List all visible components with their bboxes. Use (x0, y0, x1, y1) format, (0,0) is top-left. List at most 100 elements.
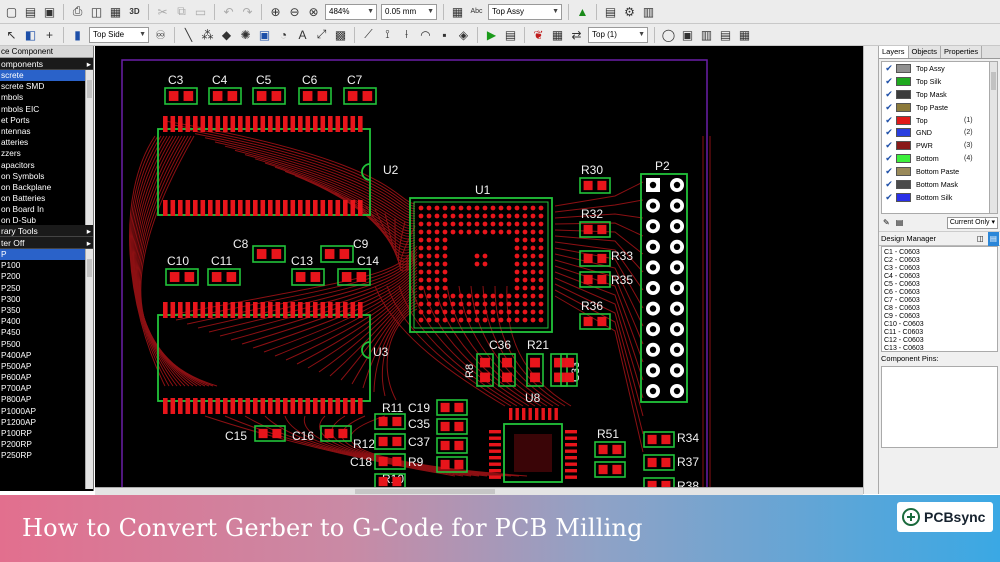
layer-pair-select[interactable]: Top (1) ▼ (588, 26, 648, 43)
layer-setup-icon[interactable]: ▤ (601, 3, 620, 21)
side-icon[interactable]: ▮ (68, 26, 87, 44)
component-list-scrollbar[interactable] (85, 70, 93, 225)
zoom-out-icon[interactable]: ⊖ (285, 3, 304, 21)
list-item[interactable]: P600AP (0, 372, 93, 383)
list-item[interactable]: P450 (0, 327, 93, 338)
layer-color-swatch[interactable] (896, 63, 911, 73)
layer-row[interactable]: ✔ Top Assy (882, 62, 997, 75)
copper-pour-icon[interactable]: ▩ (331, 26, 350, 44)
visible-check-icon[interactable]: ✔ (882, 179, 896, 190)
visible-check-icon[interactable]: ✔ (882, 115, 896, 126)
run-drc-icon[interactable]: ▶ (482, 26, 501, 44)
scroll-thumb[interactable] (87, 80, 92, 98)
cross-probe-icon[interactable]: + (40, 26, 59, 44)
assy-layer-select[interactable]: Top Assy ▼ (488, 3, 562, 20)
layer-row[interactable]: ✔ Top Paste (882, 101, 997, 114)
list-item[interactable]: P800AP (0, 394, 93, 405)
list-item[interactable]: C3 - C0603 (884, 265, 995, 273)
library-icon[interactable]: ▥ (639, 3, 658, 21)
layer-row[interactable]: ✔ Bottom (4) (882, 152, 997, 165)
layer-row[interactable]: ✔ Bottom Mask (882, 178, 997, 191)
layer-color-swatch[interactable] (896, 167, 911, 177)
cut-icon[interactable]: ✂ (153, 3, 172, 21)
visible-check-icon[interactable]: ✔ (882, 76, 896, 87)
save-icon[interactable]: ▣ (40, 3, 59, 21)
list-item[interactable]: P100RP (0, 428, 93, 439)
list-item[interactable]: ntennas (0, 126, 93, 137)
layer-color-swatch[interactable] (896, 192, 911, 202)
visible-check-icon[interactable]: ✔ (882, 140, 896, 151)
route-diff-icon[interactable]: ⟟ (378, 26, 397, 44)
text-place-icon[interactable]: A (293, 26, 312, 44)
track-tool-icon[interactable]: ╲ (179, 26, 198, 44)
paste-icon[interactable]: ▭ (191, 3, 210, 21)
visible-check-icon[interactable]: ✔ (882, 192, 896, 203)
find-binoculars-icon[interactable]: ♾ (151, 26, 170, 44)
view-toggle-icon[interactable]: ◯ (659, 26, 678, 44)
board-outline-icon[interactable]: ▣ (255, 26, 274, 44)
list-item[interactable]: P200 (0, 271, 93, 282)
list-item[interactable]: P250 (0, 283, 93, 294)
undo-icon[interactable]: ↶ (219, 3, 238, 21)
export-icon[interactable]: ▦ (106, 3, 125, 21)
list-item[interactable]: C13 - C0603 (884, 345, 995, 351)
list-item[interactable]: P250RP (0, 450, 93, 461)
library-tools-dropdown[interactable]: rary Tools ▸ (0, 225, 93, 237)
canvas-horizontal-scrollbar[interactable] (95, 487, 863, 495)
list-item[interactable]: on Board In (0, 204, 93, 215)
components-dropdown[interactable]: omponents ▸ (0, 58, 93, 70)
open-folder-icon[interactable]: ▤ (21, 3, 40, 21)
zoom-in-icon[interactable]: ⊕ (266, 3, 285, 21)
list-item[interactable]: C9 - C0603 (884, 313, 995, 321)
visible-check-icon[interactable]: ✔ (882, 63, 896, 74)
layer-row[interactable]: ✔ PWR (3) (882, 139, 997, 152)
layer-color-swatch[interactable] (896, 76, 911, 86)
route-edit-icon[interactable]: ⟊ (397, 26, 416, 44)
layer-edit-icon[interactable]: ▤ (896, 218, 904, 227)
list-item[interactable]: C4 - C0603 (884, 273, 995, 281)
swap-icon[interactable]: ⇄ (567, 26, 586, 44)
list-item[interactable]: P100 (0, 260, 93, 271)
layer-lock-icon[interactable]: ▤ (716, 26, 735, 44)
grid-toggle-icon[interactable]: ▦ (448, 3, 467, 21)
layer-color-swatch[interactable] (896, 179, 911, 189)
print-icon[interactable]: ⎙ (68, 3, 87, 21)
net-highlight-icon[interactable]: ◈ (454, 26, 473, 44)
design-manager-tool-icon[interactable]: ◫ (977, 232, 984, 246)
settings-icon[interactable]: ⚙ (620, 3, 639, 21)
list-item[interactable]: P (0, 249, 93, 261)
list-item[interactable]: on Batteries (0, 193, 93, 204)
layer-color-swatch[interactable] (896, 115, 911, 125)
layer-row[interactable]: ✔ GND (2) (882, 126, 997, 139)
layer-set-icon[interactable]: ▥ (697, 26, 716, 44)
layer-color-swatch[interactable] (896, 128, 911, 138)
via-place-icon[interactable]: ▪ (435, 26, 454, 44)
list-item[interactable]: P200RP (0, 439, 93, 450)
list-item[interactable]: C10 - C0603 (884, 321, 995, 329)
list-item[interactable]: et Ports (0, 115, 93, 126)
drc-report-icon[interactable]: ▤ (501, 26, 520, 44)
print-preview-icon[interactable]: ◫ (87, 3, 106, 21)
list-item[interactable]: P500 (0, 339, 93, 350)
layer-row[interactable]: ✔ Bottom Paste (882, 165, 997, 178)
scroll-thumb[interactable] (355, 489, 495, 494)
hole-tool-icon[interactable]: ✺ (236, 26, 255, 44)
layer-row[interactable]: ✔ Top Silk (882, 75, 997, 88)
grid-select[interactable]: 0.05 mm ▼ (381, 3, 437, 20)
component-icon[interactable]: ◧ (21, 26, 40, 44)
pad-tool-icon[interactable]: ⁂ (198, 26, 217, 44)
redo-icon[interactable]: ↷ (238, 3, 257, 21)
layer-row[interactable]: ✔ Top (1) (882, 114, 997, 127)
text-tool-button[interactable]: Abc (467, 3, 486, 21)
list-item[interactable]: C7 - C0603 (884, 297, 995, 305)
zoom-select[interactable]: 484% ▼ (325, 3, 377, 20)
new-file-icon[interactable]: ▢ (2, 3, 21, 21)
zoom-fit-icon[interactable]: ⊗ (304, 3, 323, 21)
list-item[interactable]: C12 - C0603 (884, 337, 995, 345)
list-item[interactable]: mbols (0, 92, 93, 103)
drc-icon[interactable]: ▲ (573, 3, 592, 21)
list-item[interactable]: zzers (0, 148, 93, 159)
list-item[interactable]: P400 (0, 316, 93, 327)
layer-color-swatch[interactable] (896, 141, 911, 151)
layer-row[interactable]: ✔ Top Mask (882, 88, 997, 101)
